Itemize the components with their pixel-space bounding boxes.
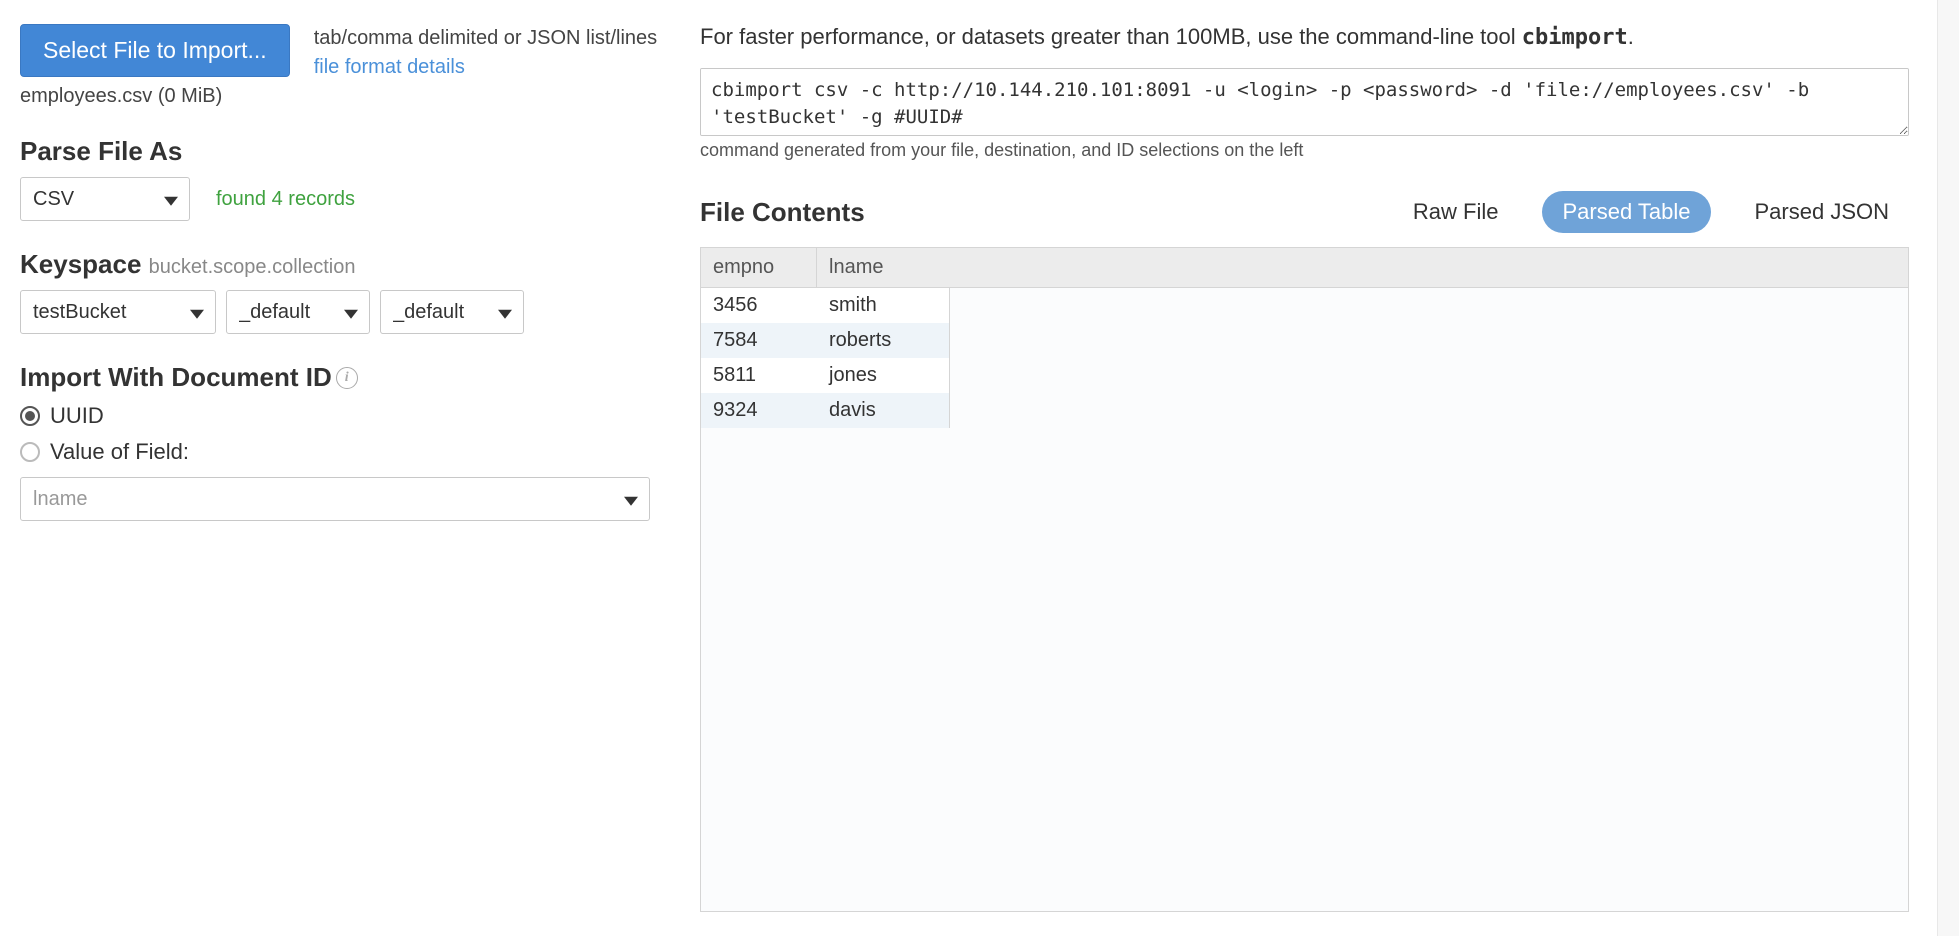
cell-empno: 7584 — [701, 323, 817, 358]
tab-parsed-json[interactable]: Parsed JSON — [1735, 191, 1910, 233]
select-file-button[interactable]: Select File to Import... — [20, 24, 290, 77]
cell-empno: 5811 — [701, 358, 817, 393]
table-row: 3456 smith — [701, 288, 949, 323]
command-caption: command generated from your file, destin… — [700, 140, 1909, 161]
parse-format-select[interactable]: CSV — [20, 177, 190, 221]
cell-lname: davis — [817, 393, 949, 428]
records-found-label: found 4 records — [216, 188, 355, 211]
bucket-select[interactable]: testBucket — [20, 290, 216, 334]
table-row: 7584 roberts — [701, 323, 949, 358]
column-header-lname[interactable]: lname — [817, 248, 949, 287]
import-config-panel: Select File to Import... tab/comma delim… — [0, 0, 700, 936]
keyspace-heading: Keyspace bucket.scope.collection — [20, 249, 680, 280]
radio-value-of-field-label: Value of Field: — [50, 439, 189, 465]
cell-lname: smith — [817, 288, 949, 323]
document-id-field-select[interactable]: lname — [20, 477, 650, 521]
keyspace-subtitle: bucket.scope.collection — [149, 256, 356, 278]
column-header-empno[interactable]: empno — [701, 248, 817, 287]
table-header-row: empno lname — [701, 248, 1908, 288]
file-contents-heading: File Contents — [700, 197, 865, 228]
cell-empno: 9324 — [701, 393, 817, 428]
cell-lname: roberts — [817, 323, 949, 358]
radio-value-of-field[interactable] — [20, 442, 40, 462]
preview-panel: For faster performance, or datasets grea… — [700, 0, 1937, 936]
file-type-hint: tab/comma delimited or JSON list/lines — [314, 24, 657, 52]
radio-uuid[interactable] — [20, 406, 40, 426]
selected-file-label: employees.csv (0 MiB) — [20, 85, 680, 108]
parse-file-as-heading: Parse File As — [20, 136, 680, 167]
file-format-details-link[interactable]: file format details — [314, 56, 465, 79]
table-row: 9324 davis — [701, 393, 949, 428]
generated-command-textarea[interactable] — [700, 68, 1909, 136]
scope-select[interactable]: _default — [226, 290, 370, 334]
performance-hint: For faster performance, or datasets grea… — [700, 24, 1909, 50]
radio-uuid-label: UUID — [50, 403, 104, 429]
cell-empno: 3456 — [701, 288, 817, 323]
view-mode-tabs: Raw File Parsed Table Parsed JSON — [1393, 191, 1909, 233]
cbimport-code: cbimport — [1522, 25, 1628, 50]
vertical-scrollbar[interactable] — [1937, 0, 1959, 936]
document-id-heading: Import With Document ID — [20, 362, 332, 393]
collection-select[interactable]: _default — [380, 290, 524, 334]
info-icon[interactable]: i — [336, 367, 358, 389]
tab-raw-file[interactable]: Raw File — [1393, 191, 1519, 233]
table-row: 5811 jones — [701, 358, 949, 393]
parsed-table: empno lname 3456 smith 7584 roberts 5811… — [700, 247, 1909, 912]
cell-lname: jones — [817, 358, 949, 393]
tab-parsed-table[interactable]: Parsed Table — [1542, 191, 1710, 233]
